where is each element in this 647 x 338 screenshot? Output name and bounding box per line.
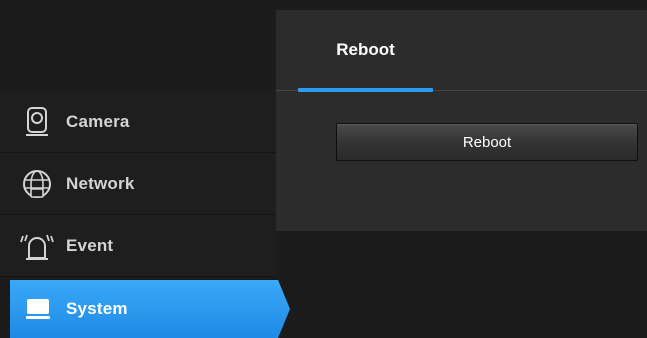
sidebar-item-camera[interactable]: Camera bbox=[0, 91, 276, 153]
tab-label: Reboot bbox=[336, 40, 395, 59]
sidebar-item-system[interactable]: System bbox=[0, 280, 290, 338]
sidebar-item-label: System bbox=[66, 299, 128, 318]
sidebar-item-event[interactable]: Event bbox=[0, 215, 276, 277]
tab-bar: Reboot bbox=[276, 10, 647, 92]
reboot-button[interactable]: Reboot bbox=[336, 123, 638, 161]
sidebar: Camera Network Event System bbox=[0, 0, 290, 338]
sidebar-item-label: Event bbox=[66, 235, 114, 255]
camera-icon bbox=[17, 102, 57, 142]
sidebar-item-label: Network bbox=[66, 173, 135, 193]
network-globe-icon bbox=[17, 164, 57, 204]
content-panel: Reboot Reboot bbox=[276, 10, 647, 231]
monitor-icon bbox=[24, 289, 52, 329]
sidebar-item-label: Camera bbox=[66, 111, 130, 131]
sidebar-item-network[interactable]: Network bbox=[0, 153, 276, 215]
tab-reboot[interactable]: Reboot bbox=[298, 10, 433, 92]
sidebar-header bbox=[0, 0, 276, 90]
app-window: Camera Network Event System Reboot Reboo… bbox=[0, 0, 647, 338]
alarm-icon bbox=[17, 226, 57, 266]
active-tab-indicator bbox=[298, 88, 433, 92]
active-item-highlight bbox=[10, 280, 290, 338]
